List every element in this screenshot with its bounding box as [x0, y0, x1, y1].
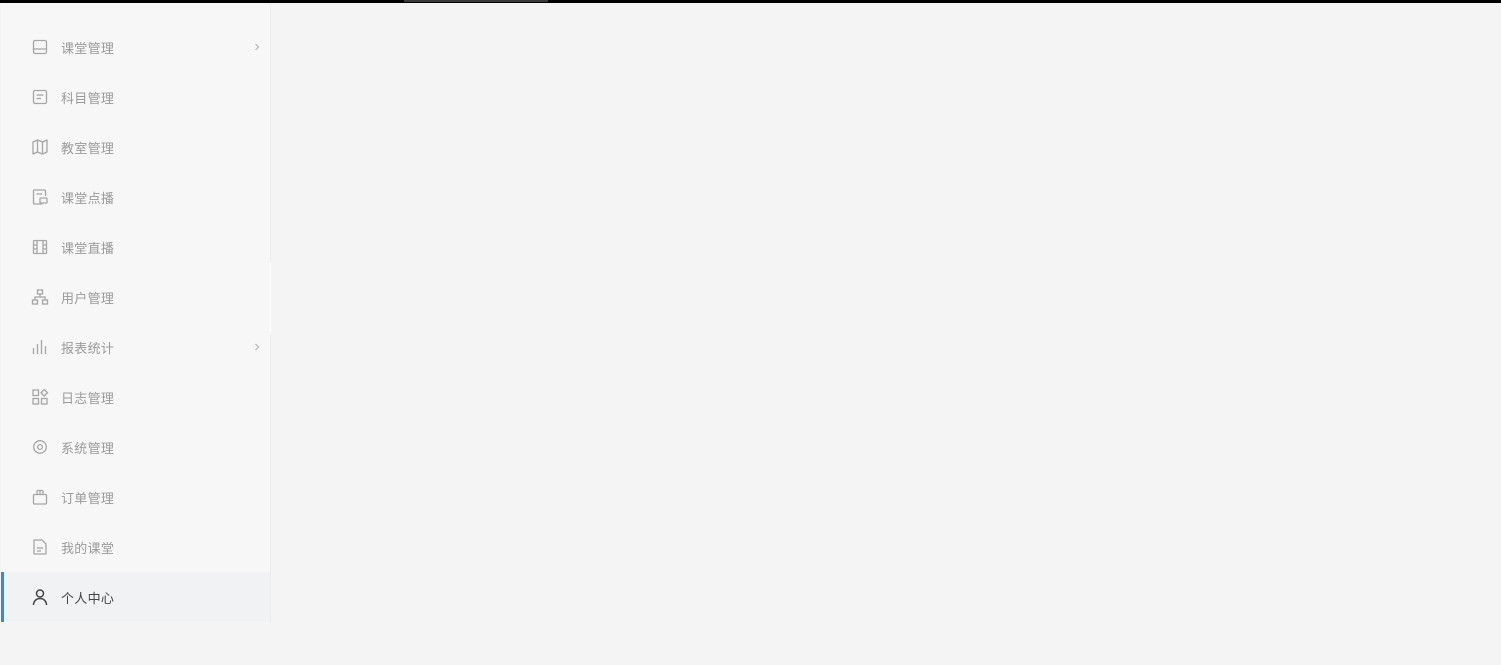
sidebar-item-order-management[interactable]: 订单管理 [1, 472, 270, 522]
apps-grid-icon [31, 388, 49, 406]
sidebar-item-personal-center[interactable]: 个人中心 [1, 572, 270, 622]
sidebar-item-log-management[interactable]: 日志管理 [1, 372, 270, 422]
sidebar-item-label: 教室管理 [61, 141, 115, 157]
sidebar-item-my-classroom[interactable]: 我的课堂 [1, 522, 270, 572]
document-list-icon [31, 88, 49, 106]
sidebar-item-label: 订单管理 [61, 491, 115, 507]
sidebar-item-label: 日志管理 [61, 391, 115, 407]
sidebar-menu: 课堂管理 科目管理 教室管理 课堂点播 课堂直播 用户管理 报表统计 日志管理 … [1, 3, 270, 622]
sidebar-item-user-management[interactable]: 用户管理 [1, 272, 270, 322]
video-file-icon [31, 188, 49, 206]
sidebar-item-label: 我的课堂 [61, 541, 115, 557]
sidebar-item-label: 课堂直播 [61, 241, 115, 257]
chevron-right-icon [252, 42, 262, 52]
sidebar-item-reports[interactable]: 报表统计 [1, 322, 270, 372]
shopping-bag-icon [31, 488, 49, 506]
sidebar-item-label: 报表统计 [61, 341, 115, 357]
map-icon [31, 138, 49, 156]
sidebar-item-live[interactable]: 课堂直播 [1, 222, 270, 272]
sidebar-item-classroom-management[interactable]: 课堂管理 [1, 22, 270, 72]
sidebar-item-label: 课堂点播 [61, 191, 115, 207]
chevron-right-icon [252, 342, 262, 352]
sidebar-item-label: 科目管理 [61, 91, 115, 107]
window-top-tab-indicator [404, 0, 548, 2]
panel-icon [31, 38, 49, 56]
sidebar-item-classroom-room-management[interactable]: 教室管理 [1, 122, 270, 172]
main-content [271, 3, 1501, 665]
sidebar: 课堂管理 科目管理 教室管理 课堂点播 课堂直播 用户管理 报表统计 日志管理 … [1, 3, 271, 623]
film-icon [31, 238, 49, 256]
user-icon [31, 588, 49, 606]
bar-chart-icon [31, 338, 49, 356]
org-chart-icon [31, 288, 49, 306]
sidebar-item-label: 用户管理 [61, 291, 115, 307]
file-icon [31, 538, 49, 556]
sidebar-item-system-management[interactable]: 系统管理 [1, 422, 270, 472]
settings-icon [31, 438, 49, 456]
sidebar-item-label: 课堂管理 [61, 41, 115, 57]
sidebar-item-label: 个人中心 [61, 591, 115, 607]
sidebar-item-subject-management[interactable]: 科目管理 [1, 72, 270, 122]
sidebar-item-label: 系统管理 [61, 441, 115, 457]
sidebar-item-on-demand[interactable]: 课堂点播 [1, 172, 270, 222]
